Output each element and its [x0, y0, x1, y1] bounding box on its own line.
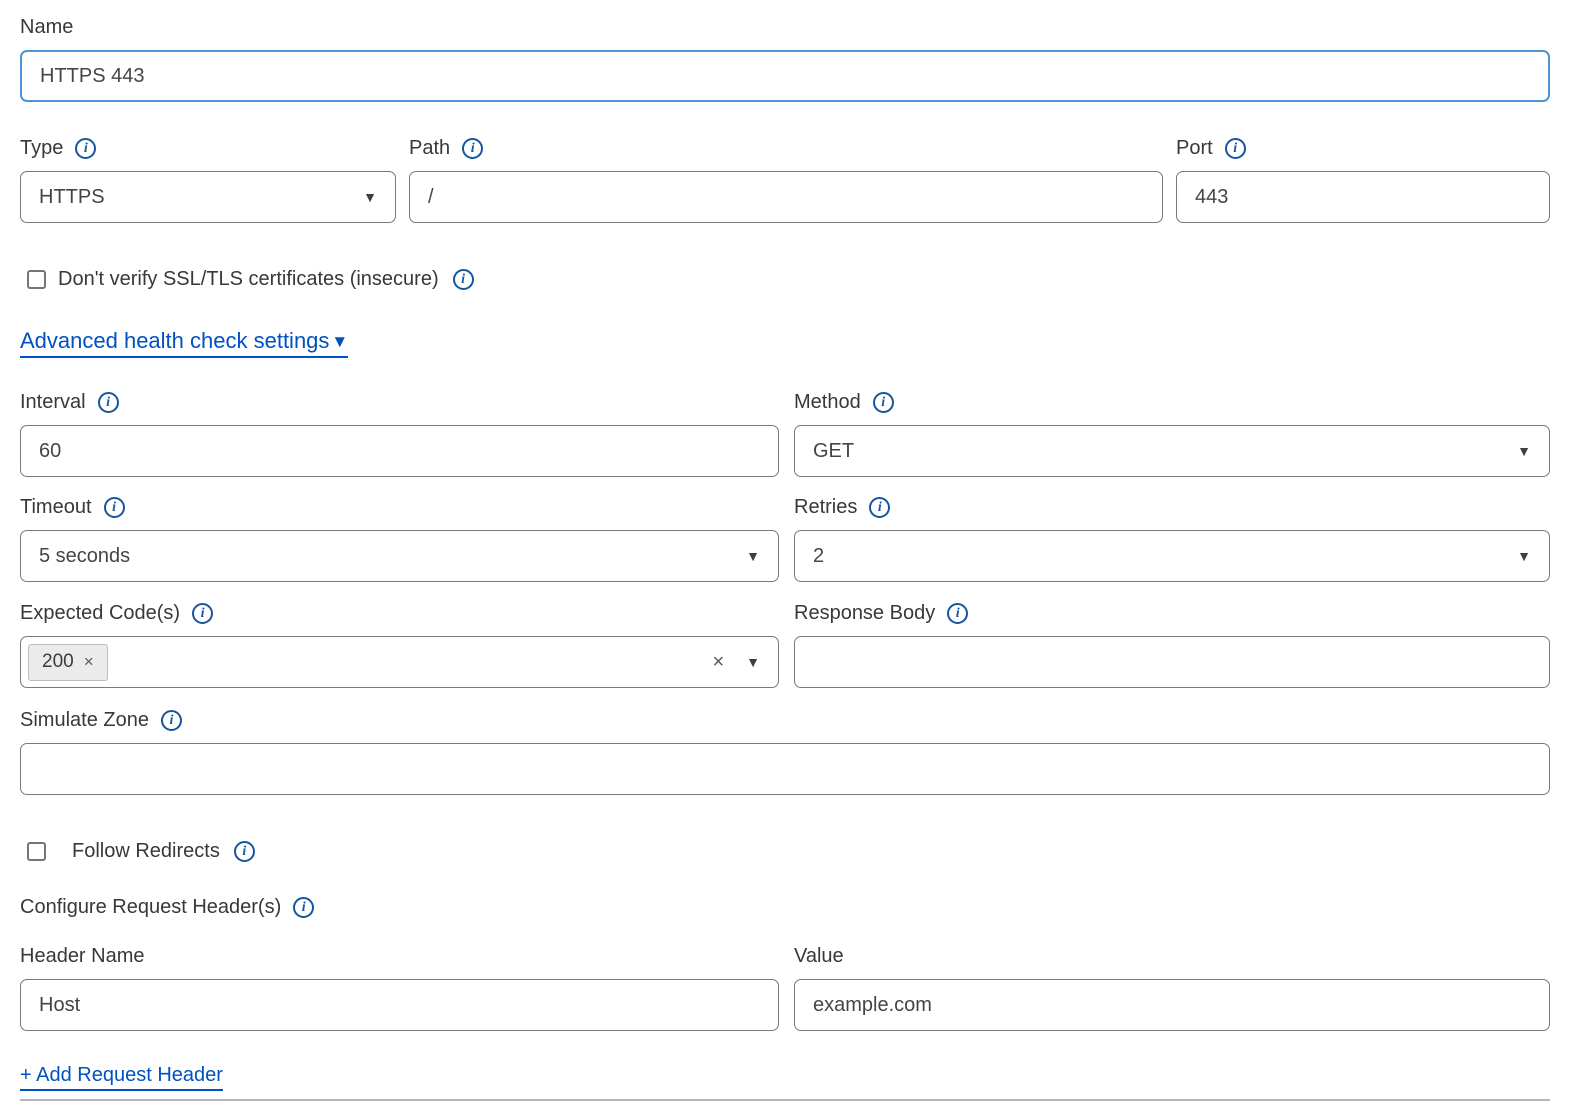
port-label: Port	[1176, 137, 1213, 160]
type-info-icon[interactable]: i	[75, 138, 96, 159]
port-input[interactable]	[1195, 186, 1531, 209]
expected-codes-multiselect[interactable]: 200 × × ▼	[20, 636, 779, 688]
interval-field: Interval i	[20, 391, 779, 477]
ssl-checkbox-row: Don't verify SSL/TLS certificates (insec…	[20, 268, 1550, 291]
request-headers-title: Configure Request Header(s)	[20, 896, 281, 919]
codes-body-row: Expected Code(s) i 200 × × ▼ Response Bo…	[20, 602, 1550, 688]
retries-select[interactable]: 2 ▼	[794, 530, 1550, 582]
follow-redirects-row: Follow Redirects i	[20, 840, 1550, 863]
retries-info-icon[interactable]: i	[869, 497, 890, 518]
ssl-checkbox-label: Don't verify SSL/TLS certificates (insec…	[58, 268, 439, 291]
method-label: Method	[794, 391, 861, 414]
header-value-label: Value	[794, 945, 844, 968]
name-label-row: Name	[20, 16, 1550, 39]
health-check-form: Name Type i HTTPS ▼ Path i	[20, 0, 1550, 1101]
clear-all-icon[interactable]: ×	[712, 652, 724, 672]
path-input-wrap	[409, 171, 1163, 223]
code-tag: 200 ×	[28, 644, 108, 681]
response-body-info-icon[interactable]: i	[947, 603, 968, 624]
chevron-down-icon[interactable]: ▼	[746, 655, 760, 669]
follow-redirects-checkbox[interactable]	[27, 842, 46, 861]
name-input[interactable]	[40, 65, 1530, 88]
code-tag-value: 200	[42, 651, 74, 673]
chevron-down-icon: ▼	[363, 190, 377, 204]
header-name-input[interactable]	[39, 994, 760, 1017]
chevron-down-icon: ▼	[1517, 549, 1531, 563]
path-field: Path i	[409, 137, 1163, 223]
add-header-row: + Add Request Header	[20, 1064, 1550, 1091]
remove-tag-icon[interactable]: ×	[84, 652, 94, 672]
header-value-input[interactable]	[813, 994, 1531, 1017]
simulate-zone-label: Simulate Zone	[20, 709, 149, 732]
add-request-header-link[interactable]: + Add Request Header	[20, 1064, 223, 1091]
section-divider	[20, 1099, 1550, 1101]
timeout-label: Timeout	[20, 496, 92, 519]
ssl-info-icon[interactable]: i	[453, 269, 474, 290]
expected-codes-label: Expected Code(s)	[20, 602, 180, 625]
port-input-wrap	[1176, 171, 1550, 223]
interval-method-row: Interval i Method i GET ▼	[20, 391, 1550, 477]
type-select[interactable]: HTTPS ▼	[20, 171, 396, 223]
simulate-zone-input[interactable]	[39, 758, 1531, 781]
method-info-icon[interactable]: i	[873, 392, 894, 413]
ssl-verify-checkbox[interactable]	[27, 270, 46, 289]
chevron-down-icon: ▼	[746, 549, 760, 563]
timeout-select[interactable]: 5 seconds ▼	[20, 530, 779, 582]
expected-codes-info-icon[interactable]: i	[192, 603, 213, 624]
port-info-icon[interactable]: i	[1225, 138, 1246, 159]
follow-redirects-info-icon[interactable]: i	[234, 841, 255, 862]
header-value-input-wrap	[794, 979, 1550, 1031]
follow-redirects-label: Follow Redirects	[72, 840, 220, 863]
advanced-link-row: Advanced health check settings▼	[20, 328, 1550, 358]
retries-label: Retries	[794, 496, 857, 519]
method-field: Method i GET ▼	[794, 391, 1550, 477]
header-name-input-wrap	[20, 979, 779, 1031]
method-select[interactable]: GET ▼	[794, 425, 1550, 477]
name-input-wrap	[20, 50, 1550, 102]
response-body-input-wrap	[794, 636, 1550, 688]
response-body-field: Response Body i	[794, 602, 1550, 688]
method-select-value: GET	[813, 440, 854, 463]
timeout-select-value: 5 seconds	[39, 545, 130, 568]
advanced-settings-link[interactable]: Advanced health check settings▼	[20, 328, 348, 358]
retries-field: Retries i 2 ▼	[794, 496, 1550, 582]
path-input[interactable]	[428, 186, 1144, 209]
interval-label: Interval	[20, 391, 86, 414]
header-name-field: Header Name	[20, 945, 779, 1031]
advanced-settings-link-label: Advanced health check settings	[20, 328, 329, 354]
path-info-icon[interactable]: i	[462, 138, 483, 159]
name-label: Name	[20, 16, 73, 39]
header-name-label: Header Name	[20, 945, 145, 968]
response-body-label: Response Body	[794, 602, 935, 625]
response-body-input[interactable]	[813, 651, 1531, 674]
port-field: Port i	[1176, 137, 1550, 223]
request-headers-info-icon[interactable]: i	[293, 897, 314, 918]
expected-codes-field: Expected Code(s) i 200 × × ▼	[20, 602, 779, 688]
type-label: Type	[20, 137, 63, 160]
timeout-retries-row: Timeout i 5 seconds ▼ Retries i 2 ▼	[20, 496, 1550, 582]
chevron-down-icon: ▼	[1517, 444, 1531, 458]
request-headers-title-row: Configure Request Header(s) i	[20, 896, 1550, 919]
path-label: Path	[409, 137, 450, 160]
timeout-field: Timeout i 5 seconds ▼	[20, 496, 779, 582]
simulate-zone-info-icon[interactable]: i	[161, 710, 182, 731]
simulate-zone-input-wrap	[20, 743, 1550, 795]
type-field: Type i HTTPS ▼	[20, 137, 396, 223]
simulate-zone-field: Simulate Zone i	[20, 709, 1550, 795]
interval-input-wrap	[20, 425, 779, 477]
triangle-down-icon: ▼	[331, 333, 348, 350]
retries-select-value: 2	[813, 545, 824, 568]
interval-info-icon[interactable]: i	[98, 392, 119, 413]
header-value-field: Value	[794, 945, 1550, 1031]
type-path-port-row: Type i HTTPS ▼ Path i Port i	[20, 137, 1550, 223]
type-select-value: HTTPS	[39, 186, 105, 209]
timeout-info-icon[interactable]: i	[104, 497, 125, 518]
interval-input[interactable]	[39, 440, 760, 463]
header-row: Header Name Value	[20, 945, 1550, 1031]
